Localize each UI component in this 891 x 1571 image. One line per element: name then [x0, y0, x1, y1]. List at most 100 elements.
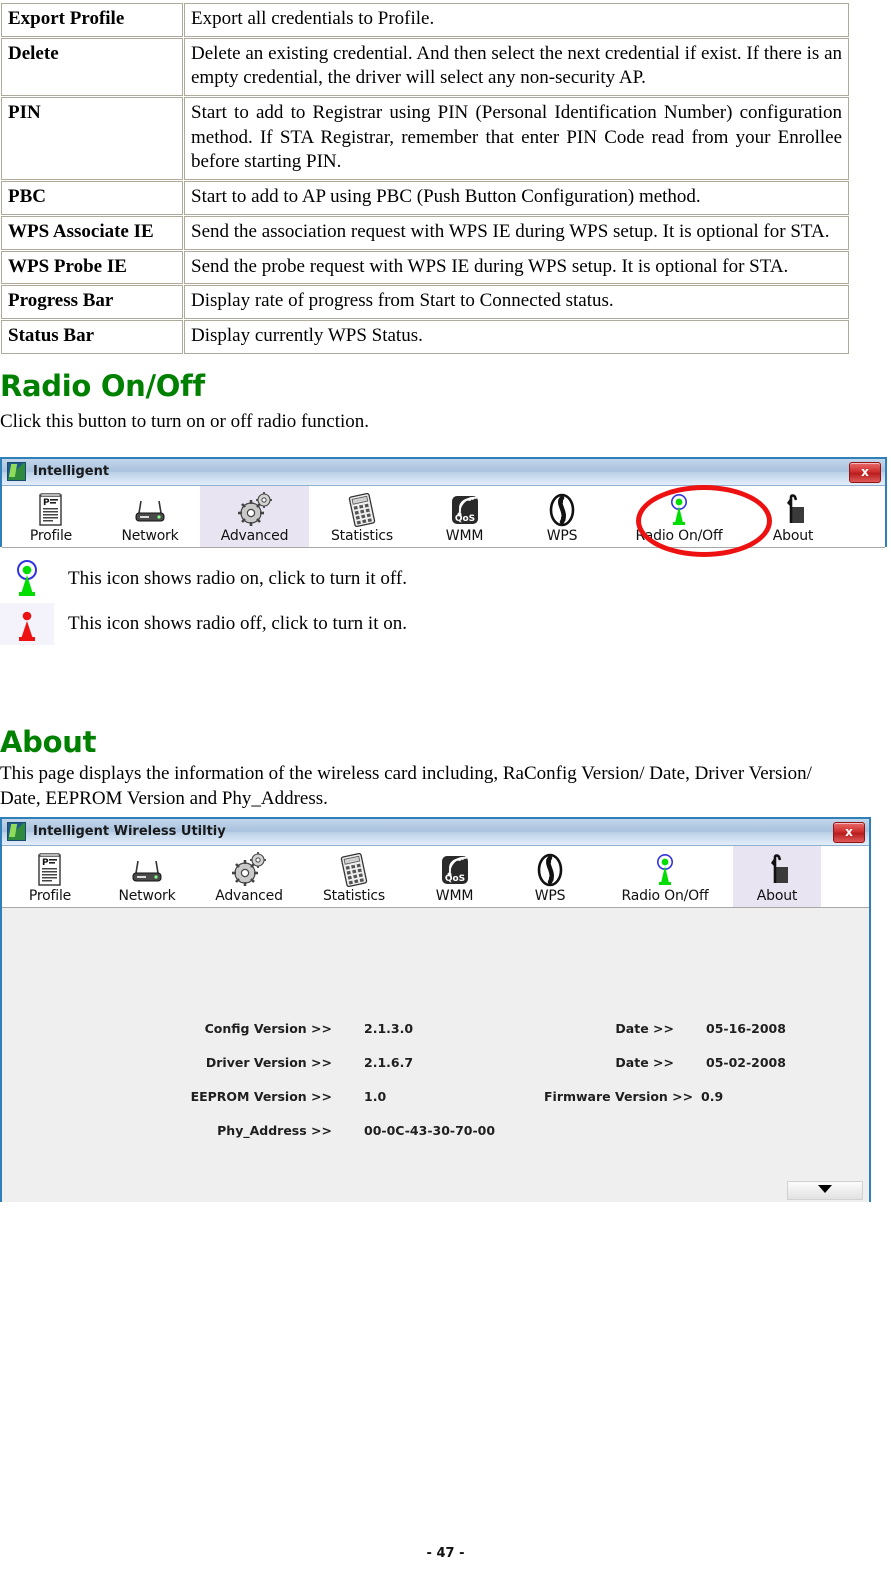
- tab-radio-on-off[interactable]: Radio On/Off: [597, 846, 733, 907]
- profile-icon: P: [35, 851, 65, 887]
- tab-advanced[interactable]: Advanced: [196, 846, 302, 907]
- wps-arrows-icon: [546, 491, 578, 527]
- intelligent-window-radio: Intelligent x P Profile Network Advanced: [0, 456, 887, 557]
- table-row: WPS Associate IE Send the association re…: [1, 215, 849, 250]
- title-bar: Intelligent x: [2, 458, 885, 486]
- tab-wmm[interactable]: QoS WMM: [415, 486, 514, 547]
- wps-arrows-icon: [534, 851, 566, 887]
- gears-icon: [229, 851, 269, 887]
- app-logo-icon: [7, 822, 26, 842]
- tab-label: WMM: [435, 887, 474, 904]
- tab-label: WMM: [445, 527, 484, 544]
- radio-tower-on-icon: [652, 851, 678, 887]
- tab-label: Advanced: [215, 887, 283, 904]
- network-router-icon: [128, 491, 172, 527]
- close-button[interactable]: x: [833, 821, 865, 843]
- table-cell-desc: Display currently WPS Status.: [184, 319, 849, 354]
- table-cell-desc: Delete an existing credential. And then …: [184, 37, 849, 97]
- table-row: PBC Start to add to AP using PBC (Push B…: [1, 181, 849, 215]
- tab-wmm[interactable]: QoS WMM: [406, 846, 503, 907]
- tab-wps[interactable]: WPS: [503, 846, 597, 907]
- expand-collapse-button[interactable]: [787, 1180, 863, 1200]
- about-row-phy-address: Phy_Address >> 00-0C-43-30-70-00: [2, 1114, 869, 1148]
- table-cell-desc: Export all credentials to Profile.: [184, 3, 849, 37]
- tab-label: Radio On/Off: [621, 887, 709, 904]
- calculator-icon: [345, 491, 379, 527]
- qos-signal-icon: QoS: [448, 491, 482, 527]
- table-cell-term: Progress Bar: [1, 285, 183, 319]
- driver-version-value: 2.1.6.7: [364, 1055, 414, 1071]
- table-row: PIN Start to add to Registrar using PIN …: [1, 97, 849, 181]
- about-section-intro: This page displays the information of th…: [0, 762, 812, 809]
- tab-profile[interactable]: P Profile: [2, 486, 100, 547]
- radio-section-intro: Click this button to turn on or off radi…: [0, 410, 370, 432]
- qos-signal-icon: QoS: [438, 851, 472, 887]
- svg-text:P: P: [42, 858, 49, 868]
- tab-label: About: [756, 887, 798, 904]
- tab-statistics[interactable]: Statistics: [309, 486, 415, 547]
- profile-icon: P: [36, 491, 66, 527]
- table-cell-term: WPS Probe IE: [1, 250, 183, 285]
- legend-radio-off: This icon shows radio off, click to turn…: [0, 602, 891, 647]
- close-button[interactable]: x: [849, 461, 881, 483]
- tab-wps[interactable]: WPS: [514, 486, 610, 547]
- window-title: Intelligent: [33, 464, 110, 480]
- table-cell-term: Export Profile: [1, 3, 183, 37]
- window-title: Intelligent Wireless Utiltiy: [33, 824, 226, 840]
- table-row: WPS Probe IE Send the probe request with…: [1, 250, 849, 285]
- table-cell-desc: Send the probe request with WPS IE durin…: [184, 250, 849, 285]
- tab-label: Advanced: [220, 527, 289, 544]
- tab-radio-on-off[interactable]: Radio On/Off: [610, 486, 748, 547]
- firmware-version-label: Firmware Version >>: [544, 1089, 694, 1105]
- radio-tower-on-icon[interactable]: [0, 558, 54, 600]
- about-content-panel: Config Version >> 2.1.3.0 Date >> 05-16-…: [2, 907, 869, 1202]
- phy-address-value: 00-0C-43-30-70-00: [364, 1123, 496, 1139]
- about-row-eeprom-version: EEPROM Version >> 1.0 Firmware Version >…: [2, 1080, 869, 1114]
- table-row: Export Profile Export all credentials to…: [1, 3, 849, 37]
- tab-advanced[interactable]: Advanced: [200, 485, 309, 547]
- tab-label: Statistics: [331, 527, 393, 544]
- about-info-icon: [778, 491, 808, 527]
- table-cell-desc: Start to add to AP using PBC (Push Butto…: [184, 181, 849, 215]
- eeprom-version-label: EEPROM Version >>: [190, 1089, 332, 1105]
- radio-section-heading: Radio On/Off: [0, 368, 205, 403]
- app-logo-icon: [7, 462, 26, 482]
- config-date-value: 05-16-2008: [706, 1021, 786, 1037]
- chevron-down-icon: [817, 1181, 833, 1199]
- calculator-icon: [337, 851, 371, 887]
- page-footer: - 47 -: [426, 1546, 465, 1561]
- driver-version-label: Driver Version >>: [205, 1055, 332, 1071]
- svg-text:QoS: QoS: [454, 514, 474, 524]
- firmware-version-value: 0.9: [701, 1089, 724, 1105]
- table-row: Delete Delete an existing credential. An…: [1, 37, 849, 97]
- tab-about[interactable]: About: [748, 486, 838, 547]
- driver-date-value: 05-02-2008: [706, 1055, 786, 1071]
- about-section-heading: About: [0, 724, 97, 759]
- radio-tower-on-icon: [666, 491, 692, 527]
- tab-label: Network: [121, 527, 179, 544]
- tab-label: Network: [118, 887, 176, 904]
- radio-tower-off-icon[interactable]: [0, 603, 54, 646]
- tab-network[interactable]: Network: [98, 846, 196, 907]
- about-info-grid: Config Version >> 2.1.3.0 Date >> 05-16-…: [2, 1012, 869, 1148]
- tab-profile[interactable]: P Profile: [2, 846, 98, 907]
- about-info-icon: [762, 851, 792, 887]
- tab-label: Radio On/Off: [635, 527, 723, 544]
- tab-network[interactable]: Network: [100, 486, 200, 547]
- table-cell-term: Delete: [1, 37, 183, 97]
- tab-about[interactable]: About: [733, 845, 821, 907]
- wps-settings-table: Export Profile Export all credentials to…: [0, 2, 850, 355]
- tab-statistics[interactable]: Statistics: [302, 846, 406, 907]
- tab-label: About: [772, 527, 814, 544]
- config-date-label: Date >>: [615, 1021, 674, 1037]
- eeprom-version-value: 1.0: [364, 1089, 387, 1105]
- table-cell-desc: Send the association request with WPS IE…: [184, 215, 849, 250]
- table-cell-term: WPS Associate IE: [1, 215, 183, 250]
- table-cell-term: Status Bar: [1, 319, 183, 354]
- svg-text:QoS: QoS: [444, 874, 464, 884]
- phy-address-label: Phy_Address >>: [217, 1123, 332, 1139]
- about-row-driver-version: Driver Version >> 2.1.6.7 Date >> 05-02-…: [2, 1046, 869, 1080]
- config-version-label: Config Version >>: [204, 1021, 332, 1037]
- tab-label: WPS: [534, 887, 566, 904]
- table-row: Status Bar Display currently WPS Status.: [1, 319, 849, 354]
